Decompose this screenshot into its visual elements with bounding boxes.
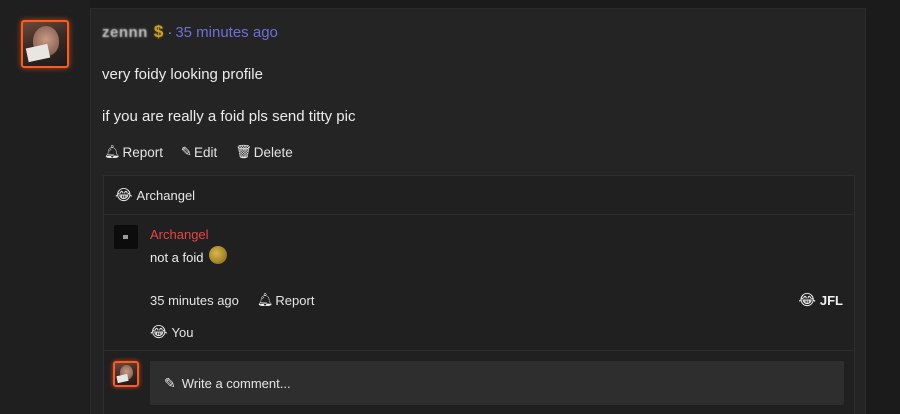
pencil-icon: ✎ (181, 144, 192, 159)
reaction-button[interactable]: 😂 JFL (798, 291, 843, 309)
reaction-row[interactable]: 😂 Archangel (115, 186, 195, 204)
trash-icon: 🗑︎ (235, 144, 252, 159)
comment-text-line: very foidy looking profile (102, 66, 263, 83)
avatar-paper (25, 43, 51, 63)
username[interactable]: zennn (102, 24, 148, 41)
bell-icon: 🔔︎ (104, 144, 121, 159)
pencil-icon: ✎ (164, 374, 176, 391)
reply-timestamp[interactable]: 35 minutes ago (150, 293, 239, 308)
reaction-label: JFL (819, 292, 843, 308)
delete-label: Delete (253, 144, 293, 160)
comment-text-line: if you are really a foid pls send titty … (102, 108, 356, 125)
laughing-emoji-icon: 😂 (798, 292, 816, 309)
bell-icon: 🔔︎ (256, 292, 274, 307)
divider (104, 350, 854, 351)
avatar-paper (116, 373, 129, 384)
timestamp[interactable]: 35 minutes ago (175, 24, 278, 41)
reply-report-label: Report (275, 292, 315, 308)
avatar-mark (123, 235, 128, 239)
reply-text-label: not a foid (150, 250, 204, 265)
reply-report-button[interactable]: 🔔︎ Report (257, 292, 315, 308)
reply-meta: 35 minutes ago 🔔︎ Report (150, 292, 314, 308)
separator: · (167, 23, 173, 41)
comment-placeholder: Write a comment... (181, 375, 291, 391)
avatar[interactable] (21, 20, 69, 68)
you-label: You (171, 324, 194, 340)
edit-button[interactable]: ✎ Edit (181, 144, 217, 160)
delete-button[interactable]: 🗑︎ Delete (235, 144, 293, 160)
coin-icon (208, 245, 227, 264)
report-button[interactable]: 🔔︎ Report (104, 144, 163, 160)
reply-author[interactable]: Archangel (150, 227, 209, 242)
laughing-emoji-icon: 😂 (115, 187, 133, 204)
reply-text: not a foid (150, 245, 227, 265)
divider (104, 214, 854, 215)
laughing-emoji-icon: 😂 (150, 324, 168, 341)
comment-input[interactable]: ✎ Write a comment... (150, 361, 844, 405)
report-label: Report (122, 144, 164, 160)
reply-avatar[interactable] (114, 225, 138, 249)
you-reaction-row[interactable]: 😂 You (150, 323, 193, 341)
my-avatar (113, 361, 139, 387)
edit-label: Edit (193, 144, 218, 160)
comment-actions: 🔔︎ Report ✎ Edit 🗑︎ Delete (104, 144, 293, 160)
reaction-user: Archangel (136, 187, 196, 203)
money-bag-icon: $ (153, 22, 164, 41)
comment-header: zennn $ · 35 minutes ago (102, 22, 278, 42)
